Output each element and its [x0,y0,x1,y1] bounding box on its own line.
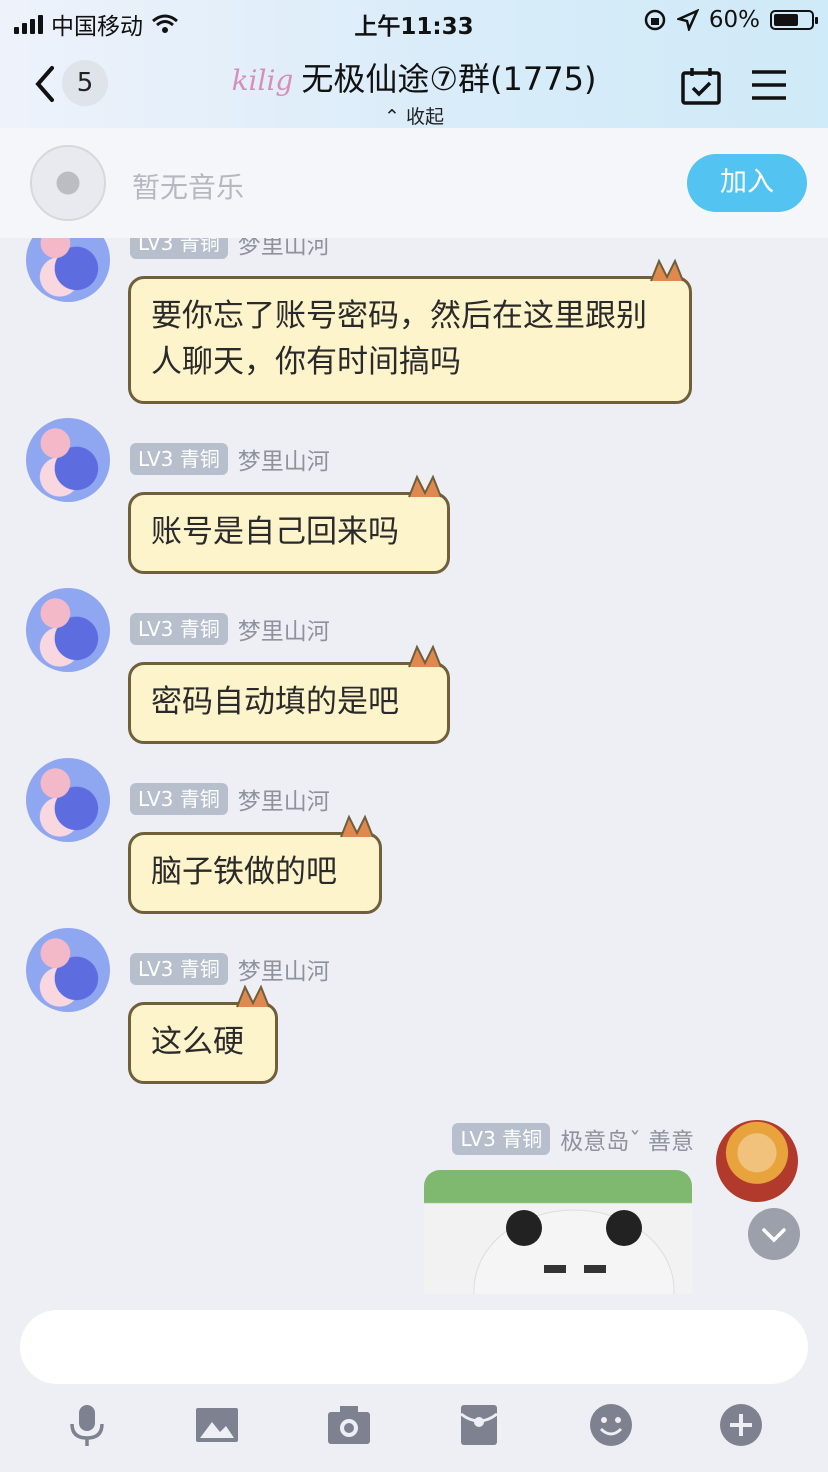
battery-percent: 60% [708,7,760,33]
message-bubble[interactable]: 脑子铁做的吧 [128,814,382,914]
battery-icon [770,10,818,30]
red-packet-icon[interactable] [456,1402,502,1448]
cat-ears-icon [236,984,270,1008]
calendar-check-icon[interactable] [680,66,722,106]
message-meta: LV3 青铜 梦里山河 [130,612,330,646]
level-badge: LV3 青铜 [130,783,228,815]
scroll-to-bottom-button[interactable] [748,1208,800,1260]
message-meta: LV3 青铜 梦里山河 [130,238,330,260]
group-title-text: 无极仙途⑦群(1775) [301,60,597,98]
message-input[interactable] [20,1310,808,1384]
header: 中国移动 上午11:33 60% 5 kilig 无极仙途⑦群(1775) ⌃ … [0,0,828,128]
sender-avatar[interactable] [26,758,110,842]
message-meta: LV3 青铜 梦里山河 [130,782,330,816]
chat-list[interactable]: LV3 青铜 梦里山河 要你忘了账号密码，然后在这里跟别人聊天，你有时间搞吗 L… [0,238,828,1294]
self-avatar[interactable] [716,1120,798,1202]
emoji-icon[interactable] [588,1402,634,1448]
cat-ears-icon [408,474,442,498]
collapse-label: 收起 [405,106,444,128]
message-text: 脑子铁做的吧 [151,854,337,890]
input-area [0,1294,828,1472]
sender-avatar[interactable] [26,238,110,302]
location-arrow-icon [676,9,699,31]
level-badge: LV3 青铜 [130,443,228,475]
camera-icon[interactable] [326,1402,372,1448]
self-nickname: 极意岛ˇ 善意 [560,1129,694,1155]
message-bubble[interactable]: 要你忘了账号密码，然后在这里跟别人聊天，你有时间搞吗 [128,258,692,404]
level-badge: LV3 青铜 [130,953,228,985]
message-bubble[interactable]: 账号是自己回来吗 [128,474,450,574]
status-bar: 中国移动 上午11:33 60% [0,0,828,42]
sender-nickname: 梦里山河 [237,619,330,645]
message-bubble[interactable]: 密码自动填的是吧 [128,644,450,744]
sender-avatar[interactable] [26,418,110,502]
join-button[interactable]: 加入 [687,154,807,212]
sender-avatar[interactable] [26,588,110,672]
orientation-lock-icon [644,9,666,31]
level-badge: LV3 青铜 [452,1123,551,1155]
cat-ears-icon [340,814,374,838]
level-badge: LV3 青铜 [130,613,228,645]
cat-ears-icon [408,644,442,668]
message-text: 账号是自己回来吗 [151,514,399,550]
chevron-down-icon [762,1228,786,1243]
image-icon[interactable] [194,1402,240,1448]
message-bubble[interactable]: 这么硬 [128,984,278,1084]
panda-sticker-image[interactable] [424,1170,692,1294]
music-disc-icon[interactable] [30,145,106,221]
group-logo: kilig [231,64,294,97]
sender-nickname: 梦里山河 [237,238,330,259]
message-text: 要你忘了账号密码，然后在这里跟别人聊天，你有时间搞吗 [151,298,647,380]
message-text: 密码自动填的是吧 [151,684,399,720]
message-meta: LV3 青铜 梦里山河 [130,952,330,986]
plus-icon[interactable] [718,1402,764,1448]
music-bar: 暂无音乐 加入 [0,128,828,238]
panda-face-icon [473,1209,675,1294]
sender-avatar[interactable] [26,928,110,1012]
sender-nickname: 梦里山河 [237,789,330,815]
sender-nickname: 梦里山河 [237,959,330,985]
music-status: 暂无音乐 [132,171,245,204]
collapse-toggle[interactable]: ⌃ 收起 [0,102,828,129]
cat-ears-icon [650,258,684,282]
microphone-icon[interactable] [64,1402,110,1448]
message-text: 这么硬 [151,1024,244,1060]
sender-nickname: 梦里山河 [237,449,330,475]
menu-icon[interactable] [750,68,788,102]
level-badge: LV3 青铜 [130,238,228,259]
message-meta: LV3 青铜 梦里山河 [130,442,330,476]
input-toolbar [0,1394,828,1460]
nav-bar: 5 kilig 无极仙途⑦群(1775) ⌃ 收起 [0,48,828,128]
self-message-meta: LV3 青铜 极意岛ˇ 善意 [452,1122,694,1156]
chevron-up-icon: ⌃ [384,106,400,128]
